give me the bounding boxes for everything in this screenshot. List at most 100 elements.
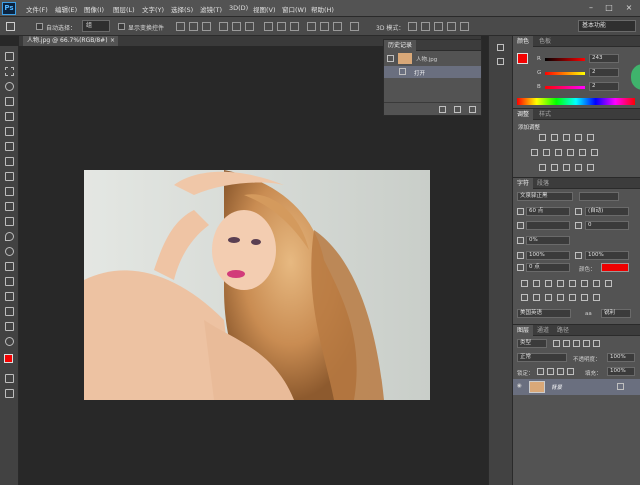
rectangle-tool-icon[interactable] <box>5 307 14 316</box>
align-right-icon[interactable] <box>245 22 254 31</box>
healing-brush-tool-icon[interactable] <box>5 142 14 151</box>
filter-type-icon[interactable] <box>573 340 580 347</box>
color-g-slider[interactable] <box>545 72 585 75</box>
dodge-tool-icon[interactable] <box>5 247 14 256</box>
history-panel-icon[interactable] <box>497 44 504 51</box>
align-hcenter-icon[interactable] <box>232 22 241 31</box>
menu-layer[interactable]: 图层(L) <box>113 4 135 14</box>
menu-file[interactable]: 文件(F) <box>26 4 48 14</box>
tab-adjustments[interactable]: 调整 <box>513 109 534 120</box>
faux-italic-icon[interactable] <box>533 280 540 287</box>
posterize-icon[interactable] <box>551 164 558 171</box>
quick-select-tool-icon[interactable] <box>5 97 14 106</box>
3d-roll-icon[interactable] <box>421 22 430 31</box>
horizontal-scale-field[interactable]: 100% <box>585 251 629 260</box>
document-tab[interactable]: 人物.jpg @ 66.7%(RGB/8#) × <box>23 36 118 46</box>
filter-smart-icon[interactable] <box>593 340 600 347</box>
tab-layers[interactable]: 图层 <box>513 325 534 336</box>
eyedropper-tool-icon[interactable] <box>5 127 14 136</box>
underline-icon[interactable] <box>593 280 600 287</box>
align-left-icon[interactable] <box>219 22 228 31</box>
layer-kind-filter[interactable]: 类型 <box>517 339 547 348</box>
opentype-stylistic-icon[interactable] <box>557 294 564 301</box>
clone-stamp-tool-icon[interactable] <box>5 172 14 181</box>
3d-rotate-icon[interactable] <box>408 22 417 31</box>
auto-select-checkbox[interactable] <box>36 23 43 30</box>
hand-tool-icon[interactable] <box>5 322 14 331</box>
color-balance-icon[interactable] <box>543 149 550 156</box>
minimize-button[interactable]: – <box>584 2 598 14</box>
color-b-field[interactable]: 2 <box>589 82 619 91</box>
marquee-tool-icon[interactable] <box>5 67 14 76</box>
gradient-map-icon[interactable] <box>587 164 594 171</box>
color-fg-swatch[interactable] <box>517 53 528 64</box>
anti-alias-dropdown[interactable]: 锐利 <box>601 309 631 318</box>
lasso-tool-icon[interactable] <box>5 82 14 91</box>
small-caps-icon[interactable] <box>557 280 564 287</box>
tab-swatches[interactable]: 色板 <box>535 36 555 47</box>
history-brush-tool-icon[interactable] <box>5 187 14 196</box>
opentype-alt-icon[interactable] <box>533 294 540 301</box>
menu-filter[interactable]: 滤镜(T) <box>200 4 222 14</box>
auto-align-icon[interactable] <box>350 22 359 31</box>
tab-styles[interactable]: 样式 <box>535 109 555 120</box>
selective-color-icon[interactable] <box>575 164 582 171</box>
channel-mixer-icon[interactable] <box>579 149 586 156</box>
exposure-icon[interactable] <box>575 134 582 141</box>
filter-adjustment-icon[interactable] <box>563 340 570 347</box>
opentype-ligature-icon[interactable] <box>521 294 528 301</box>
camera-icon[interactable] <box>454 106 461 113</box>
distribute-right-icon[interactable] <box>333 22 342 31</box>
color-g-field[interactable]: 2 <box>589 68 619 77</box>
move-tool-icon[interactable] <box>6 22 15 31</box>
color-spectrum-ramp[interactable] <box>517 98 635 105</box>
color-lookup-icon[interactable] <box>591 149 598 156</box>
levels-icon[interactable] <box>551 134 558 141</box>
leading-field[interactable]: (自动) <box>585 207 629 216</box>
opentype-titling-icon[interactable] <box>569 294 576 301</box>
pen-tool-icon[interactable] <box>5 262 14 271</box>
gradient-tool-icon[interactable] <box>5 217 14 226</box>
tab-paths[interactable]: 路径 <box>553 325 573 336</box>
distribute-hcenter-icon[interactable] <box>320 22 329 31</box>
layer-row[interactable]: ◉ 背景 <box>513 379 640 395</box>
history-brush-source-icon[interactable] <box>387 55 394 62</box>
tsume-field[interactable]: 0% <box>526 236 570 245</box>
history-snapshot-row[interactable]: 人物.jpg <box>384 52 481 65</box>
close-button[interactable]: × <box>622 2 636 14</box>
black-white-icon[interactable] <box>555 149 562 156</box>
font-size-field[interactable]: 60 点 <box>526 207 570 216</box>
threshold-icon[interactable] <box>563 164 570 171</box>
properties-panel-icon[interactable] <box>497 58 504 65</box>
opentype-ordinal-icon[interactable] <box>581 294 588 301</box>
faux-bold-icon[interactable] <box>521 280 528 287</box>
portrait-photo[interactable] <box>84 170 430 400</box>
subscript-icon[interactable] <box>581 280 588 287</box>
show-transform-checkbox[interactable] <box>118 23 125 30</box>
foreground-color-swatch[interactable] <box>4 354 13 363</box>
crop-tool-icon[interactable] <box>5 112 14 121</box>
lock-image-icon[interactable] <box>547 368 554 375</box>
curves-icon[interactable] <box>563 134 570 141</box>
font-style-dropdown[interactable] <box>579 192 619 201</box>
type-tool-icon[interactable] <box>5 277 14 286</box>
brightness-contrast-icon[interactable] <box>539 134 546 141</box>
workspace-dropdown[interactable]: 基本功能 <box>578 20 636 32</box>
color-r-slider[interactable] <box>545 58 585 61</box>
all-caps-icon[interactable] <box>545 280 552 287</box>
color-r-field[interactable]: 243 <box>589 54 619 63</box>
eraser-tool-icon[interactable] <box>5 202 14 211</box>
3d-slide-icon[interactable] <box>447 22 456 31</box>
tab-channels[interactable]: 通道 <box>533 325 553 336</box>
menu-help[interactable]: 帮助(H) <box>311 4 334 14</box>
blur-tool-icon[interactable] <box>5 232 14 241</box>
quick-mask-icon[interactable] <box>5 374 14 383</box>
path-select-tool-icon[interactable] <box>5 292 14 301</box>
opacity-field[interactable]: 100% <box>607 353 635 362</box>
tab-paragraph[interactable]: 段落 <box>533 178 553 189</box>
history-state-row[interactable]: 打开 <box>384 66 481 78</box>
tab-character[interactable]: 字符 <box>513 178 534 189</box>
distribute-vcenter-icon[interactable] <box>277 22 286 31</box>
tab-color[interactable]: 颜色 <box>513 36 534 47</box>
strikethrough-icon[interactable] <box>605 280 612 287</box>
